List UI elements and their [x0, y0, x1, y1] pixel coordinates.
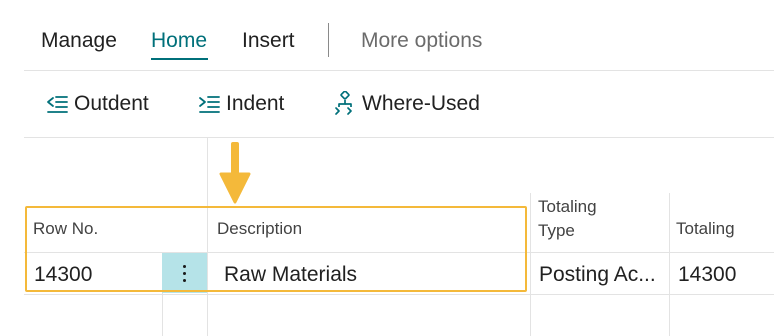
lines-grid: Row No. Description Totaling Type Totali… — [24, 138, 774, 336]
grid-divider — [530, 193, 531, 336]
cell-description[interactable]: Raw Materials — [224, 260, 357, 290]
column-header-row-no[interactable]: Row No. — [33, 217, 98, 241]
tab-more-options[interactable]: More options — [361, 24, 482, 58]
action-buttons: Outdent Indent Where-Used — [24, 71, 774, 138]
where-used-button[interactable]: Where-Used — [332, 89, 480, 119]
page: Manage Home Insert More options Outdent — [0, 0, 774, 336]
where-used-label: Where-Used — [362, 92, 480, 115]
kebab-icon — [183, 264, 186, 282]
cell-row-no[interactable]: 14300 — [34, 260, 92, 290]
tab-home[interactable]: Home — [151, 24, 207, 58]
outdent-icon — [44, 91, 70, 117]
header-row-divider — [24, 252, 774, 253]
tab-insert[interactable]: Insert — [242, 24, 295, 58]
cell-totaling[interactable]: 14300 — [678, 260, 736, 290]
column-header-description[interactable]: Description — [217, 217, 302, 241]
indent-label: Indent — [226, 92, 285, 115]
arrow-down-icon — [219, 142, 251, 204]
row-divider — [24, 294, 774, 295]
outdent-label: Outdent — [74, 92, 149, 115]
indent-icon — [196, 91, 222, 117]
cell-totaling-type[interactable]: Posting Ac... — [539, 260, 656, 290]
tab-divider — [328, 23, 329, 57]
tab-home-active-underline — [151, 58, 208, 60]
column-header-totaling[interactable]: Totaling — [676, 217, 735, 241]
outdent-button[interactable]: Outdent — [44, 89, 149, 119]
tab-manage[interactable]: Manage — [41, 24, 117, 58]
where-used-icon — [332, 91, 358, 117]
indent-button[interactable]: Indent — [196, 89, 284, 119]
column-header-totaling-type-line2[interactable]: Type — [538, 219, 575, 243]
row-actions-menu[interactable] — [162, 253, 207, 293]
grid-divider — [669, 193, 670, 336]
column-header-totaling-type-line1[interactable]: Totaling — [538, 195, 597, 219]
action-bar-tabs: Manage Home Insert More options — [24, 0, 774, 71]
grid-divider — [207, 138, 208, 336]
